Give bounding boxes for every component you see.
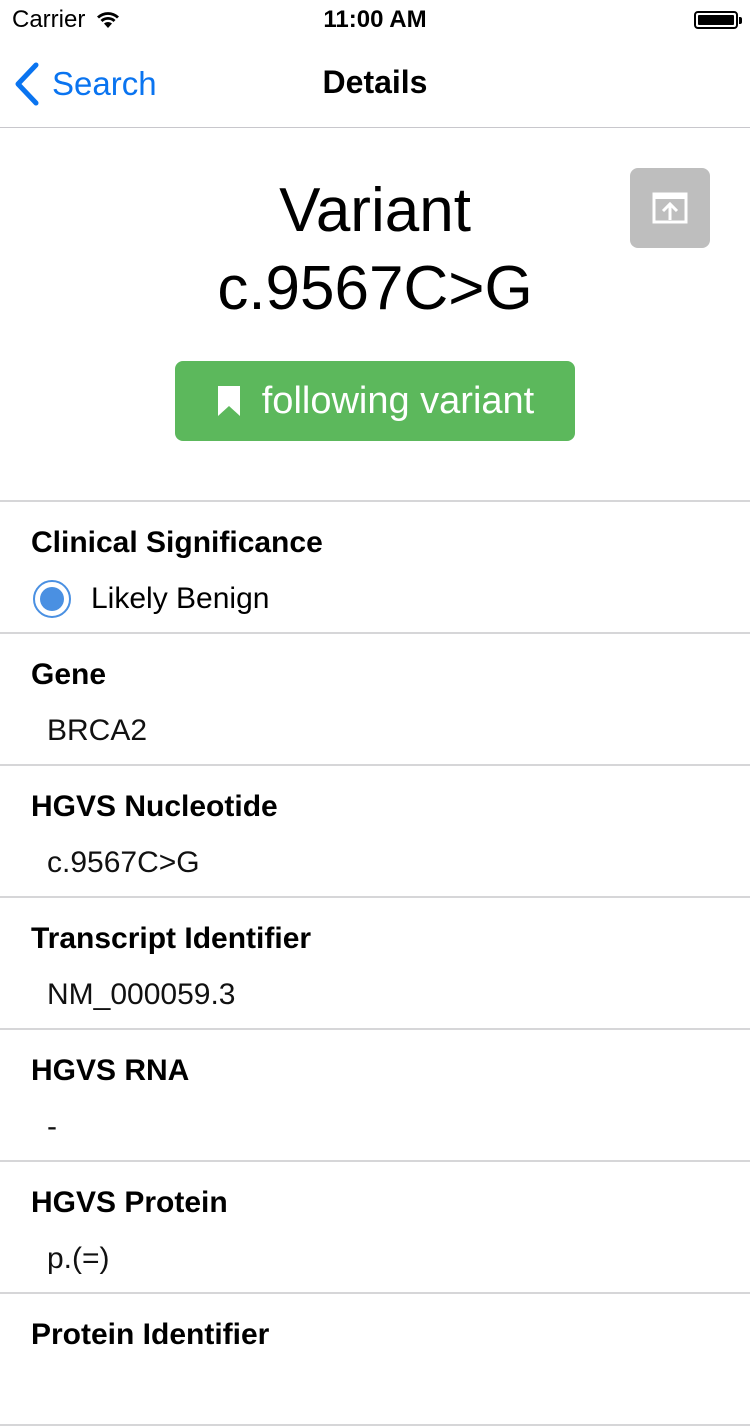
section-value: NM_000059.3: [47, 978, 236, 1011]
variant-header: Variant c.9567C>G following variant: [0, 128, 750, 502]
radio-icon: [33, 580, 71, 618]
follow-variant-button[interactable]: following variant: [175, 361, 575, 441]
share-icon: [652, 192, 688, 224]
section-value: -: [47, 1110, 57, 1143]
battery-icon: [694, 11, 742, 29]
status-bar: Carrier 11:00 AM: [0, 0, 750, 40]
section-transcript-identifier: Transcript Identifier NM_000059.3: [0, 898, 750, 1030]
share-button[interactable]: [630, 168, 710, 248]
significance-row: Likely Benign: [33, 580, 269, 618]
section-hgvs-nucleotide: HGVS Nucleotide c.9567C>G: [0, 766, 750, 898]
navigation-bar: Search Details: [0, 40, 750, 128]
significance-value: Likely Benign: [91, 582, 270, 615]
section-gene: Gene BRCA2: [0, 634, 750, 766]
status-time: 11:00 AM: [323, 6, 427, 33]
section-label: HGVS RNA: [31, 1054, 190, 1087]
variant-title-line2: c.9567C>G: [217, 254, 533, 323]
section-hgvs-protein: HGVS Protein p.(=): [0, 1162, 750, 1294]
section-value: p.(=): [47, 1242, 110, 1275]
section-label: HGVS Nucleotide: [31, 790, 278, 823]
nav-title: Details: [322, 64, 428, 100]
section-value: BRCA2: [47, 714, 148, 747]
section-label: HGVS Protein: [31, 1186, 228, 1219]
section-clinical-significance: Clinical Significance Likely Benign: [0, 502, 750, 634]
section-label: Transcript Identifier: [31, 922, 312, 955]
section-label: Gene: [31, 658, 107, 691]
bookmark-icon: [217, 386, 240, 416]
details-list: Clinical Significance Likely Benign Gene…: [0, 502, 750, 1426]
section-label: Clinical Significance: [31, 526, 323, 559]
section-value: c.9567C>G: [47, 846, 200, 879]
section-label: Protein Identifier: [31, 1318, 270, 1351]
section-hgvs-rna: HGVS RNA -: [0, 1030, 750, 1162]
follow-button-label: following variant: [261, 379, 535, 422]
section-protein-identifier: Protein Identifier: [0, 1294, 750, 1426]
